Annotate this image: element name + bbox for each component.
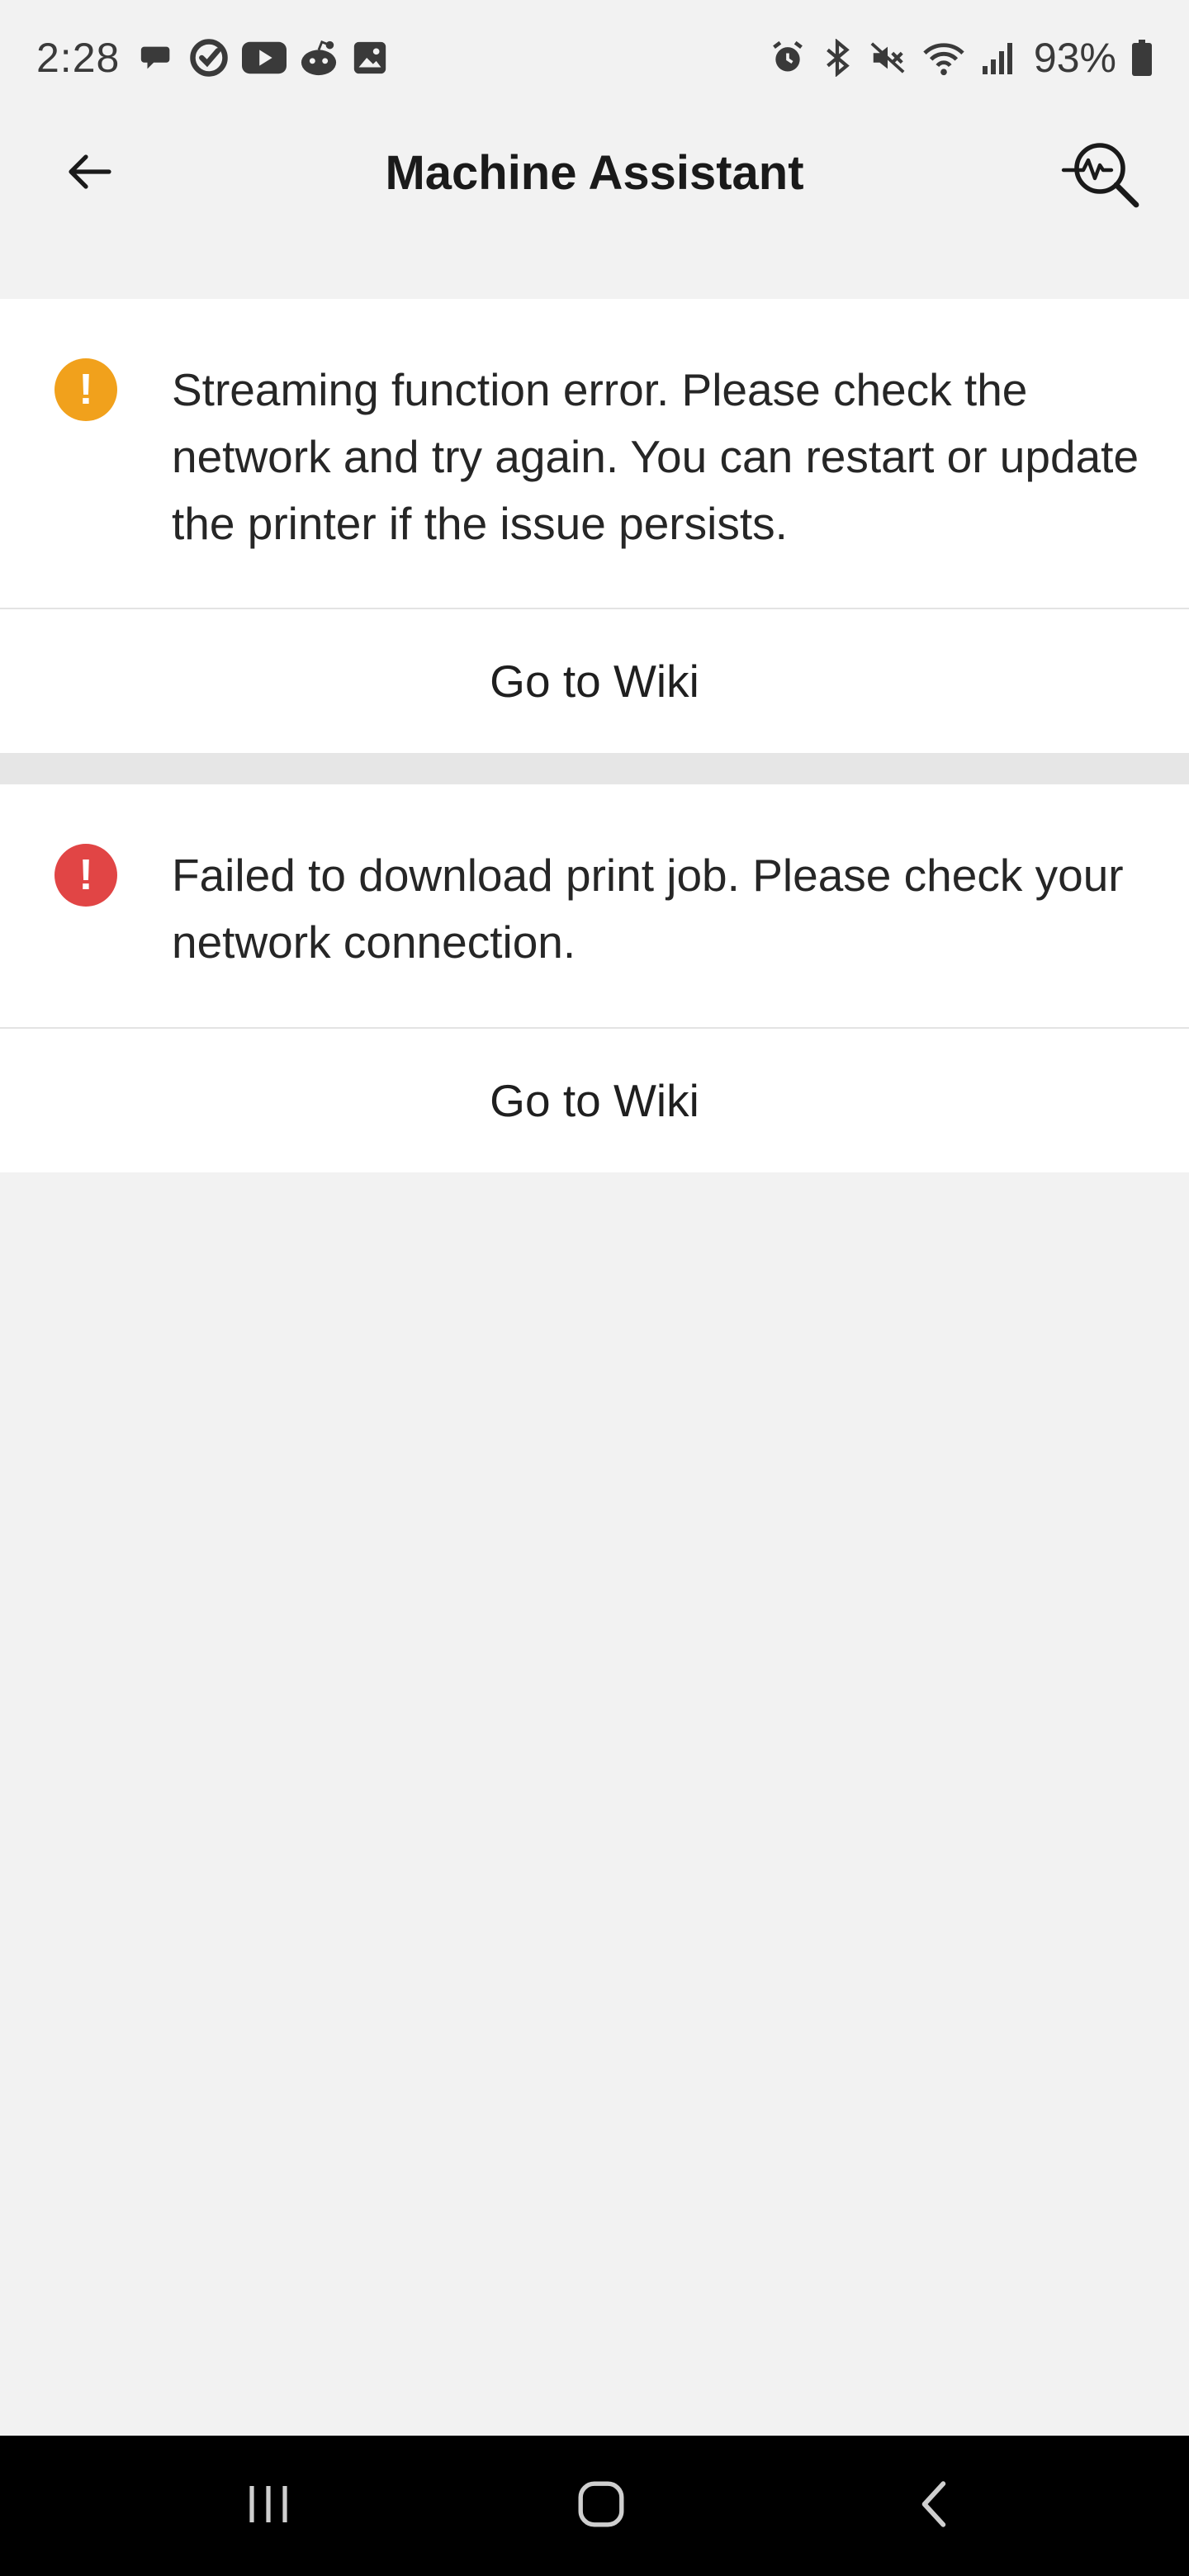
alert-message: Failed to download print job. Please che…	[172, 850, 1124, 968]
signal-icon	[981, 41, 1014, 74]
alert-body: ! Streaming function error. Please check…	[0, 299, 1189, 608]
chat-bubble-icon	[138, 39, 176, 77]
status-bar: 2:28 93%	[0, 0, 1189, 116]
app-header: Machine Assistant	[0, 116, 1189, 231]
page-title: Machine Assistant	[385, 146, 804, 200]
sync-check-icon	[187, 36, 230, 79]
alarm-icon	[770, 40, 806, 76]
notification-icons	[138, 36, 389, 79]
go-to-wiki-button[interactable]: Go to Wiki	[0, 609, 1189, 753]
battery-percent: 93%	[1033, 35, 1116, 81]
error-icon: !	[54, 844, 117, 907]
recent-apps-icon	[242, 2481, 295, 2531]
bluetooth-icon	[821, 39, 854, 77]
system-nav-bar	[0, 2436, 1189, 2576]
home-icon	[576, 2479, 627, 2534]
system-back-button[interactable]	[885, 2465, 984, 2547]
alert-message: Streaming function error. Please check t…	[172, 364, 1139, 549]
reddit-icon	[298, 39, 339, 77]
mute-icon	[869, 39, 907, 77]
alert-body: ! Failed to download print job. Please c…	[0, 784, 1189, 1027]
section-separator	[0, 753, 1189, 784]
status-time: 2:28	[36, 35, 121, 81]
youtube-icon	[242, 40, 287, 76]
system-icons: 93%	[770, 34, 1153, 82]
wifi-icon	[921, 39, 966, 77]
warning-icon: !	[54, 358, 117, 421]
alert-card-download-failed: ! Failed to download print job. Please c…	[0, 784, 1189, 1172]
diagnostic-search-button[interactable]	[1060, 134, 1143, 216]
back-icon	[917, 2479, 953, 2534]
go-to-wiki-button[interactable]: Go to Wiki	[0, 1029, 1189, 1172]
diagnostic-search-icon	[1060, 137, 1143, 214]
home-button[interactable]	[552, 2465, 651, 2547]
recent-apps-button[interactable]	[219, 2465, 318, 2547]
battery-icon	[1131, 40, 1153, 76]
alert-card-streaming-error: ! Streaming function error. Please check…	[0, 299, 1189, 753]
gallery-icon	[351, 39, 389, 77]
